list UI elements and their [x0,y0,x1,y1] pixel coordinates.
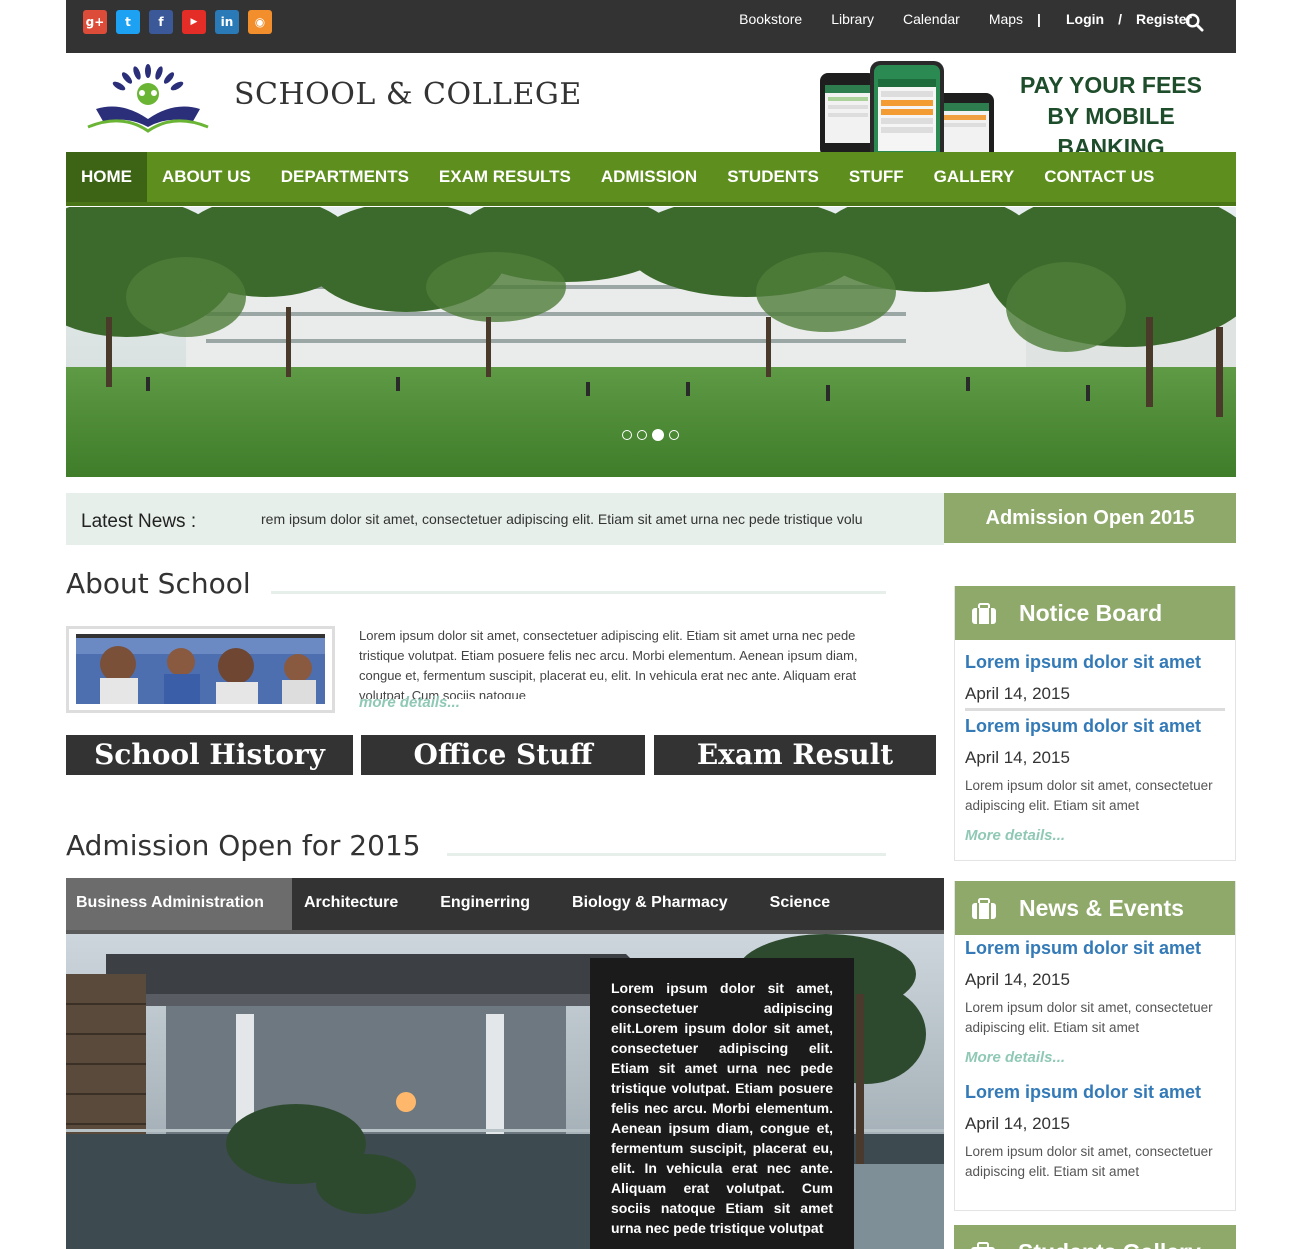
students-gallery-title: Students Gallery [1018,1239,1201,1249]
linkedin-icon[interactable]: in [215,10,239,34]
ticker-text[interactable]: rem ipsum dolor sit amet, consectetuer a… [261,511,863,527]
notice-date: April 14, 2015 [965,684,1070,703]
about-text: Lorem ipsum dolor sit amet, consectetuer… [359,628,858,699]
tab-engineering[interactable]: Enginerring [419,878,551,930]
bookstore-link[interactable]: Bookstore [739,11,802,27]
news-excerpt: Lorem ipsum dolor sit amet, consectetuer… [965,1000,1213,1035]
admission-overlay: Lorem ipsum dolor sit amet, consectetuer… [590,958,854,1249]
fees-banner: PAY YOUR FEES BY MOBILE BANKING [1000,70,1222,163]
news-title[interactable]: Lorem ipsum dolor sit amet [965,1082,1225,1103]
rss-icon[interactable]: ◉ [248,10,272,34]
students-gallery-widget: Students Gallery [954,1225,1236,1249]
nav-admission[interactable]: ADMISSION [586,152,712,202]
google-plus-icon[interactable]: g+ [83,10,107,34]
nav-about-us[interactable]: ABOUT US [147,152,266,202]
notice-board-widget: Notice Board Lorem ipsum dolor sit amet … [954,586,1236,861]
separator: | [1037,11,1041,27]
slash-separator: / [1118,11,1122,27]
heading-divider [447,853,886,856]
youtube-icon[interactable]: ▶ [182,10,206,34]
twitter-icon[interactable]: t [116,10,140,34]
nav-exam-results[interactable]: EXAM RESULTS [424,152,586,202]
briefcase-icon [972,898,996,919]
top-bar: g+ t f ▶ in ◉ Bookstore Library Calendar… [66,0,1236,53]
slider-dots [622,429,679,441]
nav-gallery[interactable]: GALLERY [919,152,1030,202]
briefcase-icon [972,603,996,624]
tab-architecture[interactable]: Architecture [292,878,419,930]
register-link[interactable]: Register [1136,11,1192,27]
news-events-header: News & Events [955,881,1235,935]
notice-item: Lorem ipsum dolor sit amet April 14, 201… [955,652,1235,711]
admission-open-button[interactable]: Admission Open 2015 [944,493,1236,543]
slider-dot[interactable] [669,430,679,440]
main-nav: HOME ABOUT US DEPARTMENTS EXAM RESULTS A… [66,152,1236,206]
news-events-widget: News & Events Lorem ipsum dolor sit amet… [954,881,1236,1211]
slider-dot-active[interactable] [652,429,664,441]
nav-home[interactable]: HOME [66,152,147,202]
news-item: Lorem ipsum dolor sit amet April 14, 201… [955,1082,1235,1182]
tab-business-administration[interactable]: Business Administration [66,878,292,930]
notice-item: Lorem ipsum dolor sit amet April 14, 201… [955,716,1235,844]
briefcase-icon [971,1242,995,1249]
slider-dot[interactable] [622,430,632,440]
admission-tabs: Business Administration Architecture Eng… [66,878,944,934]
school-history-tile[interactable]: School History [66,735,353,775]
news-ticker: Latest News : rem ipsum dolor sit amet, … [66,493,944,545]
notice-divider [965,708,1225,711]
office-stuff-tile[interactable]: Office Stuff [361,735,645,775]
login-link[interactable]: Login [1066,11,1104,27]
exam-result-tile[interactable]: Exam Result [654,735,936,775]
nav-students[interactable]: STUDENTS [712,152,834,202]
students-photo [66,626,335,713]
search-icon[interactable] [1185,13,1204,32]
notice-date: April 14, 2015 [965,748,1070,767]
social-links: g+ t f ▶ in ◉ [83,10,272,34]
news-excerpt: Lorem ipsum dolor sit amet, consectetuer… [965,1144,1213,1179]
facebook-icon[interactable]: f [149,10,173,34]
news-events-title: News & Events [1019,895,1184,921]
fees-line-1: PAY YOUR FEES [1020,72,1202,98]
tab-biology-pharmacy[interactable]: Biology & Pharmacy [551,878,749,930]
maps-link[interactable]: Maps [989,11,1023,27]
hero-slider[interactable] [66,207,1236,477]
tab-science[interactable]: Science [749,878,851,930]
slider-dot[interactable] [637,430,647,440]
news-more-link[interactable]: More details... [965,1049,1225,1066]
news-item: Lorem ipsum dolor sit amet April 14, 201… [955,938,1235,1066]
admission-overlay-text: Lorem ipsum dolor sit amet, consectetuer… [611,980,833,1236]
library-link[interactable]: Library [831,11,874,27]
notice-more-link[interactable]: More details... [965,827,1225,844]
notice-excerpt: Lorem ipsum dolor sit amet, consectetuer… [965,778,1213,813]
latest-news-label: Latest News : [81,511,197,532]
heading-divider [271,591,886,594]
mobile-phones-image [820,61,994,152]
notice-board-title: Notice Board [1019,600,1163,626]
nav-departments[interactable]: DEPARTMENTS [266,152,424,202]
school-logo[interactable] [82,61,214,135]
notice-title[interactable]: Lorem ipsum dolor sit amet [965,652,1225,673]
notice-title[interactable]: Lorem ipsum dolor sit amet [965,716,1225,737]
about-more-link[interactable]: more details... [359,694,460,711]
calendar-link[interactable]: Calendar [903,11,960,27]
nav-stuff[interactable]: STUFF [834,152,919,202]
admission-heading: Admission Open for 2015 [66,829,421,862]
notice-board-header: Notice Board [955,586,1235,640]
students-gallery-header: Students Gallery [954,1225,1236,1249]
news-date: April 14, 2015 [965,1114,1070,1133]
nav-contact-us[interactable]: CONTACT US [1029,152,1169,202]
top-links: Bookstore Library Calendar Maps | Login … [710,11,1192,27]
news-title[interactable]: Lorem ipsum dolor sit amet [965,938,1225,959]
site-header: SCHOOL & COLLEGE PAY YOUR FEES BY MOBILE… [66,53,1236,160]
about-heading: About School [66,567,251,600]
news-date: April 14, 2015 [965,970,1070,989]
site-title: SCHOOL & COLLEGE [234,77,582,112]
